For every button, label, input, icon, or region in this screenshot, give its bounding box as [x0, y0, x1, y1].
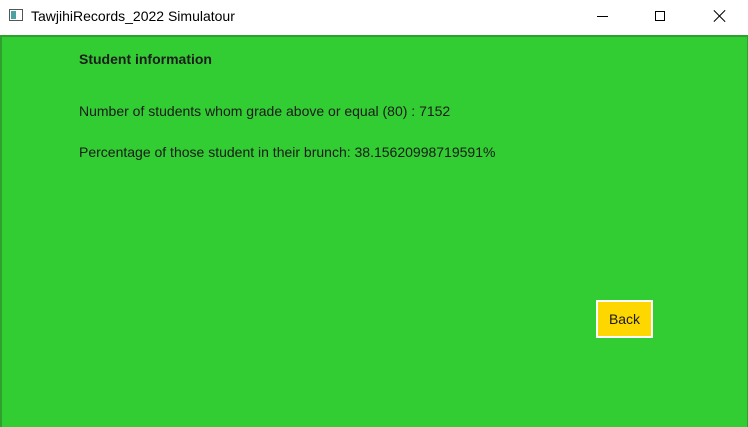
app-window-icon: [9, 9, 23, 21]
maximize-icon: [655, 11, 665, 21]
title-bar[interactable]: TawjihiRecords_2022 Simulatour: [0, 0, 748, 34]
content-panel: Student information Number of students w…: [0, 35, 748, 427]
app-window: TawjihiRecords_2022 Simulatour Student i…: [0, 0, 748, 427]
minimize-button[interactable]: [579, 0, 625, 32]
window-title: TawjihiRecords_2022 Simulatour: [31, 8, 235, 24]
close-icon: [714, 10, 726, 22]
minimize-icon: [596, 15, 608, 17]
students-count-label: Number of students whom grade above or e…: [79, 103, 451, 119]
back-button[interactable]: Back: [596, 300, 653, 338]
close-button[interactable]: [697, 0, 743, 32]
percentage-label: Percentage of those student in their bru…: [79, 144, 496, 160]
page-title: Student information: [79, 51, 212, 67]
maximize-button[interactable]: [637, 0, 683, 32]
